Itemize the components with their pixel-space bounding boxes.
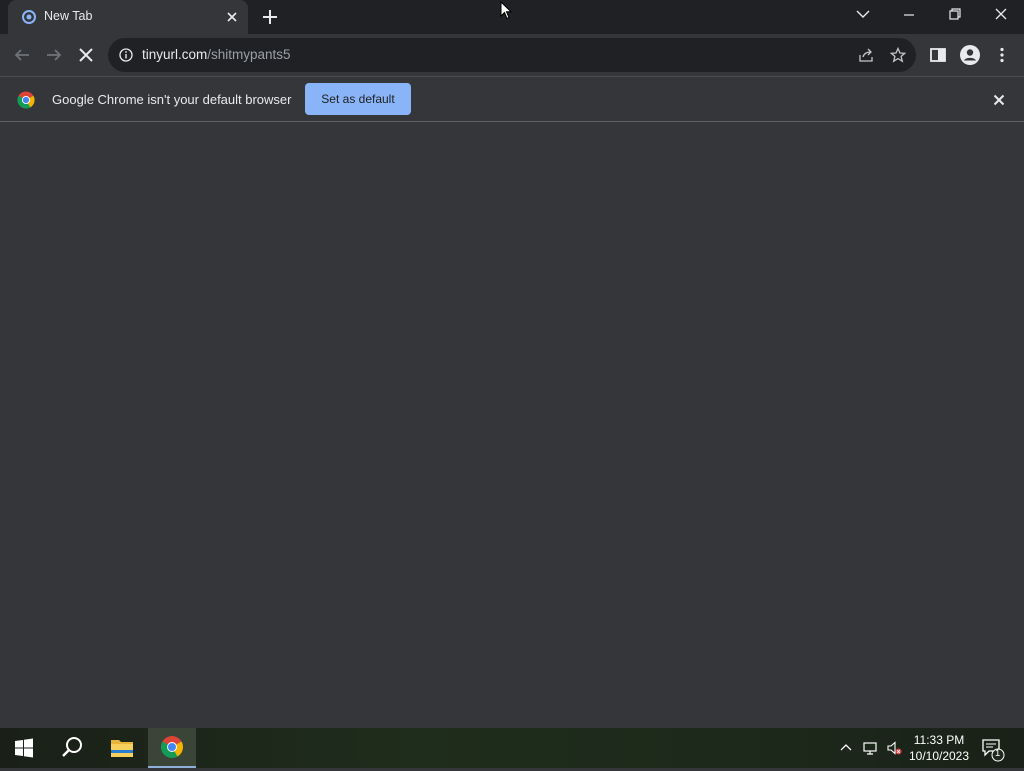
network-icon[interactable] xyxy=(862,740,878,756)
tab-title: New Tab xyxy=(44,9,93,23)
tab-new-tab[interactable]: New Tab xyxy=(8,0,248,34)
chrome-taskbar-button[interactable] xyxy=(148,728,196,768)
clock-date: 10/10/2023 xyxy=(908,749,970,763)
url-text[interactable]: tinyurl.com/shitmypants5 xyxy=(142,47,291,62)
windows-taskbar: 11:33 PM 10/10/2023 1 xyxy=(0,728,1024,768)
close-infobar-icon[interactable] xyxy=(991,92,1007,108)
chrome-logo-icon xyxy=(17,91,35,109)
notification-count: 1 xyxy=(995,748,1001,759)
restore-button[interactable] xyxy=(932,0,978,30)
profile-icon[interactable] xyxy=(958,43,982,67)
stop-loading-button[interactable] xyxy=(74,43,98,67)
share-icon[interactable] xyxy=(858,47,874,63)
volume-muted-icon[interactable] xyxy=(886,740,902,756)
search-icon[interactable] xyxy=(48,728,96,768)
close-window-button[interactable] xyxy=(978,0,1024,30)
bookmark-star-icon[interactable] xyxy=(890,47,906,63)
back-button[interactable] xyxy=(10,43,34,67)
page-content xyxy=(0,122,1024,728)
url-path: /shitmypants5 xyxy=(207,47,291,62)
default-browser-infobar: Google Chrome isn't your default browser… xyxy=(0,76,1024,122)
side-panel-icon[interactable] xyxy=(926,43,950,67)
infobar-message: Google Chrome isn't your default browser xyxy=(52,92,292,107)
url-host: tinyurl.com xyxy=(142,47,208,62)
site-info-icon[interactable] xyxy=(119,48,133,62)
tab-search-icon[interactable] xyxy=(840,0,886,30)
clock-time: 11:33 PM xyxy=(913,733,965,747)
chrome-icon xyxy=(161,736,183,758)
close-tab-icon[interactable] xyxy=(224,9,240,25)
toolbar: tinyurl.com/shitmypants5 xyxy=(0,34,1024,76)
chrome-window: New Tab tinyurl.com/shitmypants5 Google … xyxy=(0,0,1024,728)
omnibox[interactable]: tinyurl.com/shitmypants5 xyxy=(108,38,916,72)
file-explorer-icon[interactable] xyxy=(98,728,146,768)
show-hidden-icons-icon[interactable] xyxy=(838,740,854,756)
loading-favicon-icon xyxy=(22,10,36,24)
new-tab-button[interactable] xyxy=(259,6,281,28)
start-button[interactable] xyxy=(0,728,48,768)
set-as-default-button[interactable]: Set as default xyxy=(305,83,411,115)
notification-icon xyxy=(982,739,1005,762)
system-clock[interactable]: 11:33 PM 10/10/2023 xyxy=(906,732,972,764)
minimize-button[interactable] xyxy=(886,0,932,30)
more-menu-icon[interactable] xyxy=(990,43,1014,67)
action-center-button[interactable]: 1 xyxy=(980,736,1006,762)
tab-strip: New Tab xyxy=(0,0,1024,34)
forward-button[interactable] xyxy=(42,43,66,67)
mouse-cursor-icon xyxy=(500,1,512,20)
